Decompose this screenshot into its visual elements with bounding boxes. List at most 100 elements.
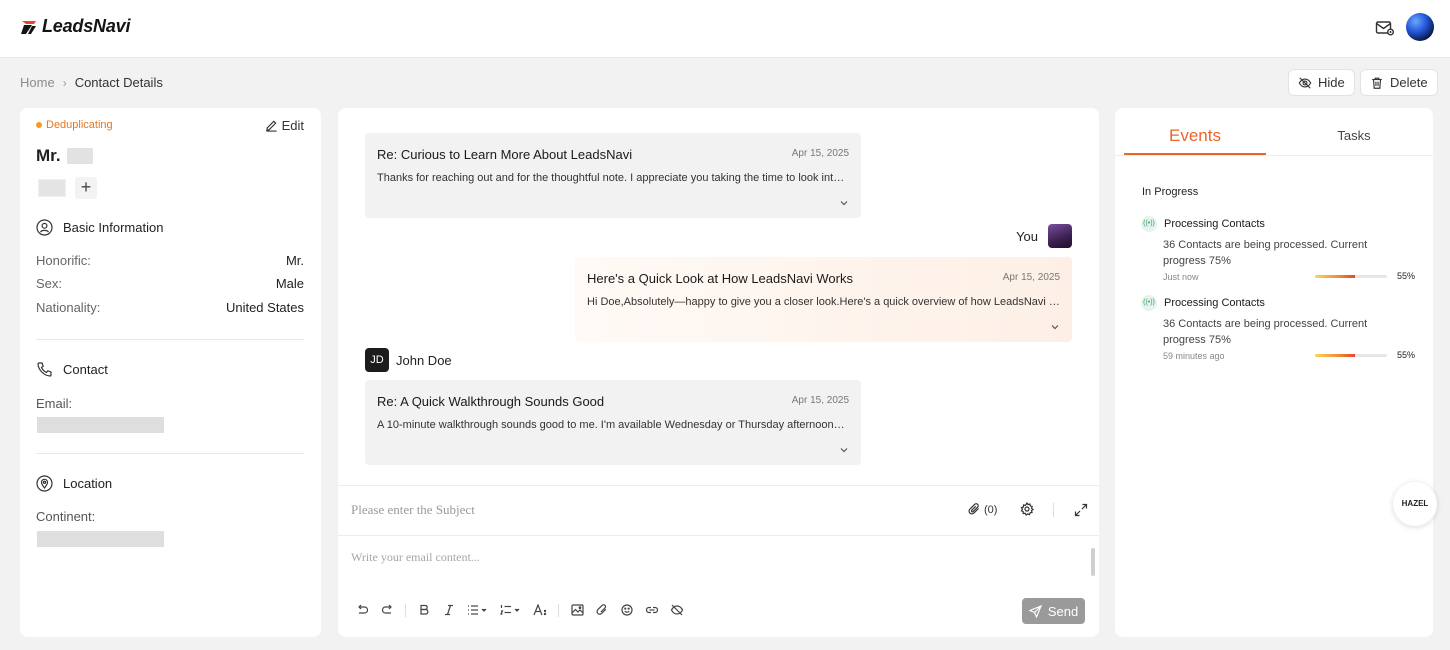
- top-bar: LeadsNavi: [0, 0, 1450, 58]
- scrollbar-thumb[interactable]: [1091, 548, 1095, 576]
- field-nationality: Nationality: United States: [36, 300, 304, 315]
- chevron-down-icon[interactable]: [1050, 322, 1060, 332]
- email-redacted: [37, 417, 164, 433]
- email-thread: Re: Curious to Learn More About LeadsNav…: [338, 108, 1099, 485]
- event-title: Processing Contacts: [1164, 218, 1265, 230]
- email-message[interactable]: Re: Curious to Learn More About LeadsNav…: [365, 133, 861, 218]
- sender-john-doe: JD John Doe: [365, 348, 452, 372]
- message-subject: Here's a Quick Look at How LeadsNavi Wor…: [587, 271, 853, 286]
- send-button[interactable]: Send: [1022, 598, 1085, 624]
- breadcrumb-separator: ›: [62, 75, 67, 90]
- attachment-count: (0): [984, 503, 998, 516]
- tab-divider: [1115, 155, 1433, 156]
- expand-icon[interactable]: [1074, 503, 1088, 517]
- event-description: 36 Contacts are being processed. Current…: [1163, 318, 1368, 346]
- undo-icon[interactable]: [355, 603, 369, 617]
- continent-redacted: [37, 531, 164, 547]
- email-body-input[interactable]: [338, 538, 1086, 588]
- italic-icon[interactable]: [442, 603, 456, 617]
- hide-label: Hide: [1318, 75, 1345, 90]
- message-preview: Hi Doe,Absolutely—happy to give you a cl…: [587, 296, 1060, 308]
- event-footer: Just now 55%: [1163, 271, 1415, 283]
- basic-info-title: Basic Information: [63, 220, 164, 235]
- event-header: ((•)) Processing Contacts: [1141, 216, 1411, 232]
- progress-label: 55%: [1397, 271, 1416, 281]
- breadcrumb: Home › Contact Details: [20, 75, 163, 90]
- divider: [36, 339, 304, 340]
- bullet-list-icon[interactable]: [467, 603, 489, 617]
- user-avatar[interactable]: [1406, 13, 1434, 41]
- field-sex: Sex: Male: [36, 276, 304, 291]
- sender-name: You: [1016, 228, 1038, 244]
- logo-mark-icon: [21, 20, 36, 34]
- name-prefix: Mr.: [36, 146, 61, 165]
- active-tab-indicator: [1124, 153, 1266, 155]
- event-item[interactable]: ((•)) Processing Contacts 36 Contacts ar…: [1141, 216, 1415, 283]
- field-honorific: Honorific: Mr.: [36, 253, 304, 268]
- message-preview: Thanks for reaching out and for the thou…: [377, 172, 849, 184]
- continent-label: Continent:: [36, 509, 96, 524]
- message-date: Apr 15, 2025: [791, 148, 849, 159]
- bold-icon[interactable]: [417, 603, 431, 617]
- event-item[interactable]: ((•)) Processing Contacts 36 Contacts ar…: [1141, 295, 1415, 362]
- divider: [405, 603, 406, 617]
- image-icon[interactable]: [570, 603, 584, 617]
- link-icon[interactable]: [645, 603, 659, 617]
- sender-name: John Doe: [396, 352, 452, 368]
- gear-icon[interactable]: [1020, 502, 1034, 516]
- divider: [36, 453, 304, 454]
- message-subject: Re: A Quick Walkthrough Sounds Good: [377, 394, 605, 409]
- emoji-icon[interactable]: [620, 603, 634, 617]
- message-date: Apr 15, 2025: [791, 395, 849, 406]
- group-title: In Progress: [1142, 186, 1199, 198]
- logo[interactable]: LeadsNavi: [20, 16, 130, 37]
- editor-toolbar: [355, 602, 684, 618]
- email-message[interactable]: Here's a Quick Look at How LeadsNavi Wor…: [575, 257, 1072, 342]
- assistant-button[interactable]: HAZEL: [1393, 482, 1437, 526]
- event-title: Processing Contacts: [1164, 297, 1265, 309]
- tag-redacted[interactable]: [38, 179, 66, 197]
- contact-name: Mr.: [36, 146, 93, 166]
- basic-info-heading: Basic Information: [36, 219, 163, 236]
- edit-button[interactable]: Edit: [265, 118, 304, 133]
- event-header: ((•)) Processing Contacts: [1141, 295, 1411, 311]
- breadcrumb-home[interactable]: Home: [20, 75, 55, 90]
- delete-button[interactable]: Delete: [1360, 69, 1438, 96]
- chevron-down-icon[interactable]: [839, 198, 849, 208]
- location-pin-icon: [36, 475, 53, 492]
- tab-events[interactable]: Events: [1124, 126, 1266, 146]
- tab-tasks[interactable]: Tasks: [1285, 128, 1423, 143]
- sender-you: You: [1016, 224, 1072, 248]
- add-tag-button[interactable]: +: [75, 177, 97, 199]
- paperclip-icon[interactable]: [595, 603, 609, 617]
- tracking-off-icon[interactable]: [670, 603, 684, 617]
- subject-input[interactable]: [338, 486, 938, 534]
- sender-avatar: [1048, 224, 1072, 248]
- email-panel: Re: Curious to Learn More About LeadsNav…: [338, 108, 1099, 637]
- divider: [1053, 503, 1054, 517]
- status-dot: [36, 122, 42, 128]
- attachment-button[interactable]: (0): [968, 503, 997, 516]
- broadcast-icon: ((•)): [1141, 216, 1157, 232]
- mail-settings-icon[interactable]: [1375, 19, 1395, 37]
- progress-label: 55%: [1397, 350, 1416, 360]
- progress-bar: [1315, 275, 1387, 278]
- status-badge: Deduplicating: [36, 119, 113, 131]
- person-icon: [36, 219, 53, 236]
- sender-avatar: JD: [365, 348, 389, 372]
- events-panel: Events Tasks In Progress ((•)) Processin…: [1115, 108, 1433, 637]
- redo-icon[interactable]: [380, 603, 394, 617]
- progress-fill: [1315, 275, 1355, 278]
- pencil-icon: [265, 120, 277, 132]
- hide-button[interactable]: Hide: [1288, 69, 1355, 96]
- font-size-icon[interactable]: [533, 603, 547, 617]
- numbered-list-icon[interactable]: [500, 603, 522, 617]
- email-message[interactable]: Re: A Quick Walkthrough Sounds Good Apr …: [365, 380, 861, 465]
- divider: [338, 535, 1099, 536]
- field-label: Honorific:: [36, 253, 91, 268]
- name-redacted: [66, 148, 93, 164]
- edit-label: Edit: [281, 118, 304, 133]
- chevron-down-icon[interactable]: [839, 445, 849, 455]
- event-time: Just now: [1163, 272, 1199, 282]
- progress-fill: [1315, 354, 1355, 357]
